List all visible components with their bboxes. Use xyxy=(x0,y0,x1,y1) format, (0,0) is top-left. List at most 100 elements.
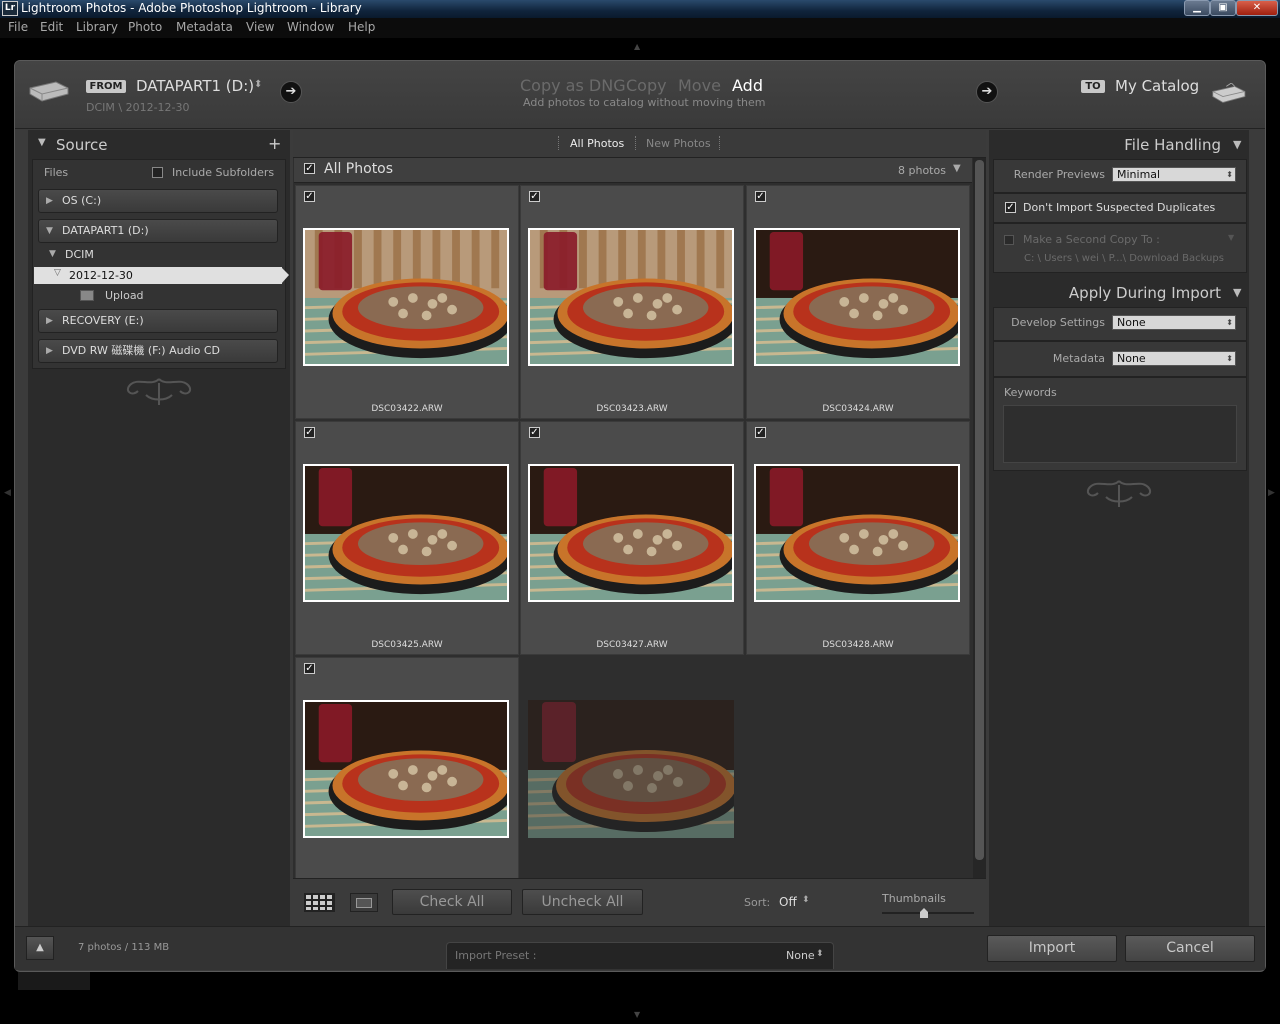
collapse-top-arrow-icon[interactable]: ▲ xyxy=(634,42,640,51)
photo-thumbnail[interactable] xyxy=(528,228,734,366)
uncheck-all-button[interactable]: Uncheck All xyxy=(522,889,643,915)
render-previews-select[interactable]: Minimal ⬍ xyxy=(1112,167,1236,182)
to-target[interactable]: My Catalog xyxy=(1115,77,1199,95)
import-preset-value[interactable]: None xyxy=(786,949,815,962)
tab-all-photos[interactable]: All Photos xyxy=(570,137,624,150)
dcim-collapse-icon[interactable]: ▼ xyxy=(49,249,56,259)
metadata-label: Metadata xyxy=(1052,352,1105,365)
photo-checkbox[interactable]: ✓ xyxy=(529,191,540,202)
grid-scrollbar[interactable] xyxy=(973,158,986,878)
collapse-icon: ▼ xyxy=(46,226,53,236)
sort-dropdown-icon[interactable]: ⬍ xyxy=(802,895,810,905)
photo-checkbox[interactable]: ✓ xyxy=(304,191,315,202)
keywords-input[interactable] xyxy=(1003,405,1237,463)
collapse-right-arrow-icon[interactable]: ▶ xyxy=(1268,488,1275,498)
drive-os-c[interactable]: ▶ OS (C:) xyxy=(38,189,278,213)
file-handling-collapse-icon[interactable]: ▼ xyxy=(1233,138,1241,151)
folder-icon xyxy=(80,290,94,301)
folder-upload[interactable]: Upload xyxy=(105,289,144,302)
cancel-button[interactable]: Cancel xyxy=(1125,935,1255,962)
menu-file[interactable]: File xyxy=(8,20,28,34)
tab-divider xyxy=(558,136,559,150)
collapse-bottom-arrow-icon[interactable]: ▼ xyxy=(634,1010,640,1019)
photo-filename: DSC03428.ARW xyxy=(822,640,894,650)
maximize-button[interactable]: ▣ xyxy=(1210,0,1236,16)
photo-thumbnail[interactable] xyxy=(754,464,960,602)
dont-import-duplicates-checkbox[interactable]: ✓ xyxy=(1005,202,1016,213)
photo-filename: DSC03425.ARW xyxy=(371,640,443,650)
show-less-button-arrow-up-icon[interactable]: ▲ xyxy=(26,936,54,960)
mode-copy[interactable]: Copy xyxy=(626,76,667,95)
develop-settings-select[interactable]: None ⬍ xyxy=(1112,315,1236,330)
photo-thumbnail[interactable] xyxy=(303,700,509,838)
photo-thumbnail[interactable] xyxy=(528,464,734,602)
drive-dvd-f[interactable]: ▶ DVD RW 磁碟機 (F:) Audio CD xyxy=(38,339,278,363)
photo-thumbnail[interactable] xyxy=(303,228,509,366)
grid-collapse-icon[interactable]: ▼ xyxy=(953,163,961,174)
drive-label: RECOVERY (E:) xyxy=(62,314,144,327)
sort-value[interactable]: Off xyxy=(779,895,797,909)
tab-new-photos[interactable]: New Photos xyxy=(646,137,711,150)
second-copy-path: C: \ Users \ wei \ P...\ Download Backup… xyxy=(1024,253,1224,264)
source-arrow-icon[interactable]: ➔ xyxy=(280,81,302,103)
menu-photo[interactable]: Photo xyxy=(128,20,162,34)
all-photos-checkbox[interactable]: ✓ xyxy=(304,163,315,174)
minimize-button[interactable]: ▁ xyxy=(1184,0,1210,16)
import-preset-label: Import Preset : xyxy=(455,949,537,962)
source-collapse-icon[interactable]: ▼ xyxy=(38,137,46,148)
drive-datapart1-d[interactable]: ▼ DATAPART1 (D:) xyxy=(38,219,278,243)
from-source-dropdown-icon[interactable]: ⬍ xyxy=(254,79,262,90)
close-button[interactable]: ✕ xyxy=(1236,0,1278,16)
second-copy-section xyxy=(993,223,1247,273)
drive-recovery-e[interactable]: ▶ RECOVERY (E:) xyxy=(38,309,278,333)
folder-date[interactable]: 2012-12-30 xyxy=(69,269,133,282)
keywords-label: Keywords xyxy=(1004,386,1057,399)
include-subfolders-label: Include Subfolders xyxy=(172,166,275,179)
dont-import-duplicates-label: Don't Import Suspected Duplicates xyxy=(1023,201,1216,214)
drive-label: DATAPART1 (D:) xyxy=(62,224,149,237)
second-copy-checkbox[interactable] xyxy=(1004,235,1014,245)
menu-help[interactable]: Help xyxy=(348,20,375,34)
add-source-icon[interactable]: + xyxy=(268,134,281,153)
drive-label: OS (C:) xyxy=(62,194,102,207)
from-path: DCIM \ 2012-12-30 xyxy=(86,101,190,114)
include-subfolders-checkbox[interactable] xyxy=(152,167,163,178)
filmstrip-stub xyxy=(18,972,90,990)
grid-view-icon[interactable] xyxy=(304,893,335,912)
menu-metadata[interactable]: Metadata xyxy=(176,20,233,34)
thumbnails-slider-track[interactable] xyxy=(882,912,974,914)
apply-during-import-collapse-icon[interactable]: ▼ xyxy=(1233,286,1241,299)
folder-dcim[interactable]: DCIM xyxy=(65,248,94,261)
menu-view[interactable]: View xyxy=(246,20,274,34)
develop-settings-label: Develop Settings xyxy=(1011,316,1105,329)
photo-thumbnail[interactable] xyxy=(754,228,960,366)
collapse-left-arrow-icon[interactable]: ◀ xyxy=(4,488,11,498)
second-copy-dropdown-icon[interactable]: ▼ xyxy=(1228,233,1234,242)
import-top-bar xyxy=(15,61,1265,129)
menu-window[interactable]: Window xyxy=(287,20,334,34)
mode-move[interactable]: Move xyxy=(678,76,721,95)
from-source[interactable]: DATAPART1 (D:) xyxy=(136,77,254,95)
scrollbar-thumb[interactable] xyxy=(975,160,984,860)
loupe-view-icon[interactable] xyxy=(350,893,378,912)
mode-hint: Add photos to catalog without moving the… xyxy=(523,96,766,109)
photo-checkbox[interactable]: ✓ xyxy=(304,427,315,438)
import-button[interactable]: Import xyxy=(987,935,1117,962)
dropdown-icon: ⬍ xyxy=(1226,354,1233,363)
metadata-value: None xyxy=(1117,352,1146,365)
photo-checkbox[interactable]: ✓ xyxy=(529,427,540,438)
mode-add[interactable]: Add xyxy=(732,76,763,95)
destination-arrow-icon[interactable]: ➔ xyxy=(976,81,998,103)
photo-checkbox[interactable]: ✓ xyxy=(755,191,766,202)
photo-thumbnail[interactable] xyxy=(528,700,734,838)
menu-library[interactable]: Library xyxy=(76,20,118,34)
menu-edit[interactable]: Edit xyxy=(40,20,63,34)
mode-copy-as-dng[interactable]: Copy as DNG xyxy=(520,76,626,95)
date-collapse-icon[interactable]: ▽ xyxy=(54,268,61,278)
metadata-select[interactable]: None ⬍ xyxy=(1112,351,1236,366)
photo-checkbox[interactable]: ✓ xyxy=(304,663,315,674)
photo-thumbnail[interactable] xyxy=(303,464,509,602)
import-preset-dropdown-icon[interactable]: ⬍ xyxy=(816,949,824,959)
photo-checkbox[interactable]: ✓ xyxy=(755,427,766,438)
check-all-button[interactable]: Check All xyxy=(392,889,512,915)
